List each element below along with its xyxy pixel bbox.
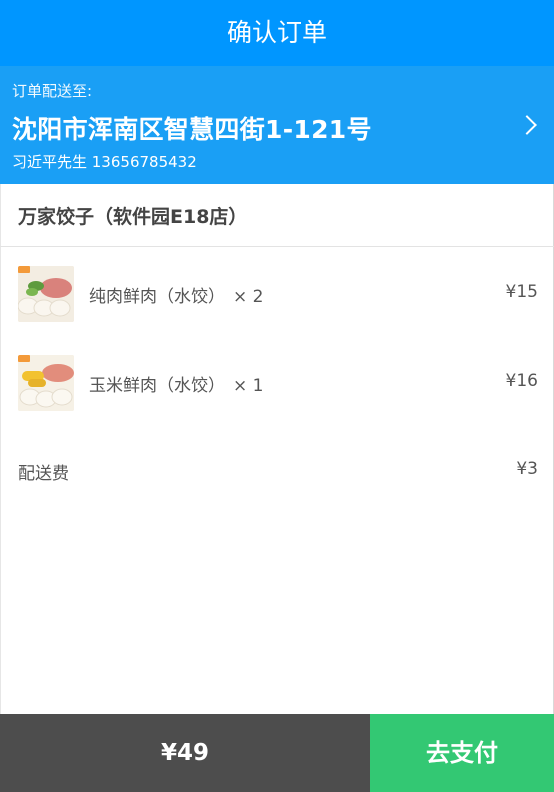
item-price: ¥16 [505,371,538,391]
order-item: 纯肉鲜肉（水饺） × 2 ¥15 [0,260,554,328]
dumpling-thumbnail-image [18,266,74,322]
shop-name: 万家饺子（软件园E18店） [18,206,248,228]
address-line: 沈阳市浑南区智慧四街1-121号 [12,115,372,144]
item-name: 玉米鲜肉（水饺） × 1 [89,371,263,396]
address-label: 订单配送至: [12,82,93,100]
delivery-fee-label: 配送费 [18,464,69,484]
delivery-fee-value: ¥3 [516,459,538,479]
item-title: 纯肉鲜肉（水饺） [89,287,225,307]
delivery-address-card[interactable]: 订单配送至: 沈阳市浑南区智慧四街1-121号 习近平先生 1365678543… [0,66,554,184]
pay-button[interactable]: 去支付 [370,714,554,792]
item-name: 纯肉鲜肉（水饺） × 2 [89,282,263,307]
order-total: ¥49 [0,714,370,792]
chevron-right-icon[interactable] [517,115,537,135]
page-header: 确认订单 [0,0,554,66]
checkout-bar: ¥49 去支付 [0,714,554,792]
address-contact: 习近平先生 13656785432 [12,153,197,171]
item-price: ¥15 [505,282,538,302]
item-quantity: × 1 [233,376,264,396]
shop-header: 万家饺子（软件园E18店） [0,184,554,247]
order-item: 玉米鲜肉（水饺） × 1 ¥16 [0,349,554,417]
item-title: 玉米鲜肉（水饺） [89,376,225,396]
dumpling-thumbnail-image [18,355,74,411]
item-quantity: × 2 [233,287,264,307]
page-title: 确认订单 [226,18,327,47]
